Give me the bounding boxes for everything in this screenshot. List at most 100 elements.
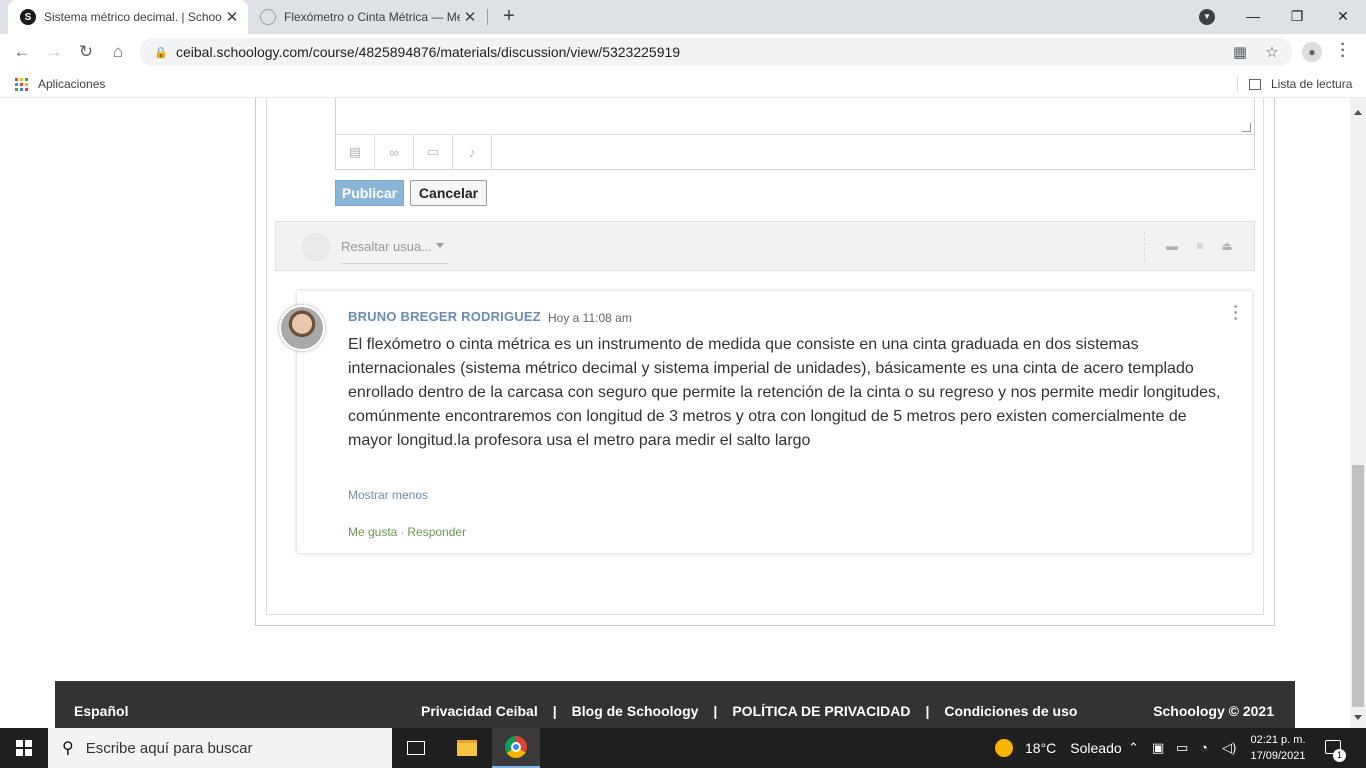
highlight-user-placeholder: Resaltar usua...	[341, 239, 433, 254]
filter-divider	[1144, 232, 1145, 262]
qr-code-icon[interactable]: ▦	[1229, 41, 1251, 63]
show-less-link[interactable]: Mostrar menos	[348, 488, 428, 502]
link-icon[interactable]: ∞	[375, 135, 414, 169]
reading-list-icon	[1249, 78, 1261, 90]
search-icon: ⚲	[62, 740, 74, 757]
tab-title: Flexómetro o Cinta Métrica — Medición	[284, 10, 460, 24]
footer-link-privacy-ceibal[interactable]: Privacidad Ceibal	[421, 703, 538, 719]
apps-label: Aplicaciones	[38, 77, 106, 91]
footer-separator: |	[925, 703, 930, 719]
weather-temp: 18°C	[1025, 740, 1057, 756]
cancel-button[interactable]: Cancelar	[410, 180, 487, 206]
tab-title: Sistema métrico decimal. | Schoology	[44, 10, 222, 24]
page-scrollbar[interactable]	[1350, 98, 1366, 728]
schoology-icon: S	[20, 9, 36, 25]
chevron-up-icon[interactable]: ⌃	[1128, 740, 1139, 756]
forward-arrow-icon[interactable]: →	[42, 40, 66, 64]
post-body: El flexómetro o cinta métrica es un inst…	[348, 336, 1221, 449]
footer-link-privacy-policy[interactable]: POLÍTICA DE PRIVACIDAD	[732, 703, 910, 719]
tab-flexometro[interactable]: Flexómetro o Cinta Métrica — Medición ✕	[250, 0, 486, 34]
post-author-link[interactable]: BRUNO BREGER RODRIGUEZ	[348, 309, 541, 324]
reply-editor[interactable]: ▤ ∞ ▭ ♪	[335, 98, 1255, 170]
apps-grid-icon	[15, 77, 28, 91]
reading-list-label: Lista de lectura	[1271, 77, 1353, 91]
task-view-button[interactable]	[392, 728, 440, 768]
bookmark-separator	[1237, 76, 1238, 92]
resize-handle-icon[interactable]	[1242, 123, 1251, 132]
start-button[interactable]	[0, 728, 48, 768]
highlight-user-select[interactable]: Resaltar usua...	[341, 239, 448, 264]
discussion-filter-bar: Resaltar usua... ▬ ≡ ⏏	[275, 221, 1255, 271]
footer-copyright: Schoology © 2021	[1153, 703, 1274, 719]
weather-widget[interactable]: 18°C Soleado	[995, 739, 1122, 757]
avatar[interactable]	[279, 305, 325, 351]
tab-separator	[487, 9, 488, 25]
minimize-button[interactable]: —	[1230, 0, 1276, 32]
editor-toolbar: ▤ ∞ ▭ ♪	[336, 134, 1254, 169]
post-actions: Me gusta · Responder	[348, 525, 466, 539]
footer-links: Privacidad Ceibal | Blog de Schoology | …	[421, 703, 1077, 719]
list-view-icon[interactable]: ≡	[1193, 240, 1207, 252]
reload-icon[interactable]: ↻	[74, 40, 98, 64]
close-icon[interactable]: ✕	[460, 8, 480, 26]
collapse-view-icon[interactable]: ▬	[1165, 240, 1179, 252]
resource-icon[interactable]: ▭	[414, 135, 453, 169]
user-avatar	[302, 233, 330, 261]
page-content: ▤ ∞ ▭ ♪ Publicar Cancelar Resaltar usua.…	[0, 98, 1350, 728]
reading-list-button[interactable]: Lista de lectura	[1249, 77, 1352, 91]
weather-condition: Soleado	[1070, 740, 1122, 756]
volume-icon[interactable]: ◁)	[1222, 740, 1236, 756]
apps-bookmark[interactable]: Aplicaciones	[15, 77, 105, 91]
home-icon[interactable]: ⌂	[106, 40, 130, 64]
wifi-icon[interactable]: ◔	[1200, 740, 1208, 755]
reply-link[interactable]: Responder	[407, 525, 466, 539]
microphone-icon[interactable]: ♪	[453, 135, 492, 169]
file-explorer-button[interactable]	[443, 728, 491, 768]
scroll-thumb[interactable]	[1352, 465, 1364, 707]
footer-link-terms[interactable]: Condiciones de uso	[944, 703, 1077, 719]
address-bar[interactable]: 🔒 ceibal.schoology.com/course/4825894876…	[140, 38, 1292, 66]
close-icon[interactable]: ✕	[222, 8, 242, 26]
scroll-up-icon[interactable]	[1354, 110, 1362, 115]
like-link[interactable]: Me gusta	[348, 525, 397, 539]
chrome-taskbar-button[interactable]	[492, 728, 540, 768]
sun-icon	[995, 739, 1013, 757]
profile-icon[interactable]: ●	[1302, 42, 1322, 62]
restore-button[interactable]: ❐	[1274, 0, 1320, 32]
task-view-icon	[407, 741, 425, 755]
folder-icon	[457, 740, 477, 756]
footer-link-blog[interactable]: Blog de Schoology	[572, 703, 699, 719]
battery-icon[interactable]: ▭	[1176, 740, 1188, 756]
tab-search-icon[interactable]: ▼	[1199, 9, 1215, 25]
browser-toolbar: ← → ↻ ⌂ 🔒 ceibal.schoology.com/course/48…	[0, 34, 1366, 70]
lock-icon: 🔒	[154, 47, 168, 59]
taskbar-search-input[interactable]: ⚲ Escribe aquí para buscar	[48, 728, 392, 768]
bookmarks-bar: Aplicaciones Lista de lectura	[0, 70, 1366, 98]
meet-now-icon[interactable]: ▣	[1152, 740, 1164, 756]
language-selector[interactable]: Español	[74, 703, 128, 719]
action-separator: ·	[400, 525, 405, 539]
expand-view-icon[interactable]: ⏏	[1220, 240, 1234, 252]
tab-schoology[interactable]: S Sistema métrico decimal. | Schoology ✕	[8, 0, 248, 34]
clock-date: 17/09/2021	[1250, 750, 1306, 762]
notification-count-badge: 1	[1333, 749, 1346, 762]
chrome-icon	[505, 736, 527, 758]
back-arrow-icon[interactable]: ←	[10, 40, 34, 64]
taskbar-clock[interactable]: 02:21 p. m. 17/09/2021	[1245, 732, 1311, 764]
star-icon[interactable]: ☆	[1261, 41, 1283, 63]
attach-icon[interactable]: ▤	[336, 135, 375, 169]
windows-icon	[16, 740, 32, 756]
clock-time: 02:21 p. m.	[1250, 734, 1306, 746]
windows-taskbar: ⚲ Escribe aquí para buscar 18°C Soleado …	[0, 728, 1366, 768]
close-window-button[interactable]: ✕	[1320, 0, 1366, 32]
new-tab-button[interactable]: +	[498, 5, 520, 27]
tab-strip: S Sistema métrico decimal. | Schoology ✕…	[0, 0, 1366, 34]
url-text: ceibal.schoology.com/course/4825894876/m…	[176, 44, 681, 60]
post-options-kebab-icon[interactable]: · · ·	[1233, 299, 1239, 325]
menu-kebab-icon[interactable]: · · ·	[1338, 37, 1348, 65]
footer-separator: |	[713, 703, 718, 719]
scroll-down-icon[interactable]	[1354, 715, 1362, 720]
chevron-down-icon	[436, 243, 444, 248]
publish-button[interactable]: Publicar	[335, 180, 404, 206]
search-placeholder: Escribe aquí para buscar	[85, 739, 253, 757]
